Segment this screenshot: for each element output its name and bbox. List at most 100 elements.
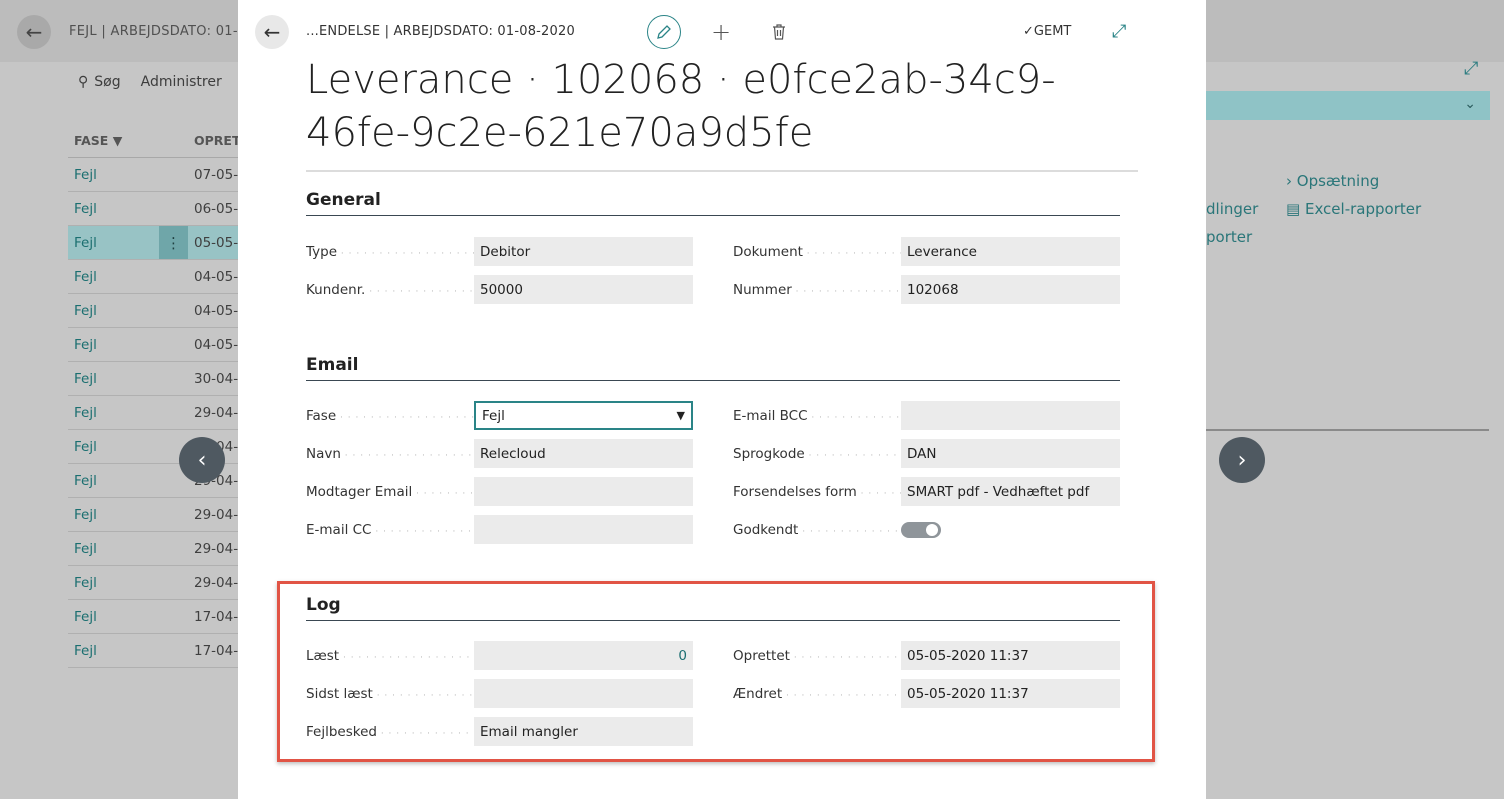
row-phase[interactable]: Fejl: [68, 269, 194, 285]
row-phase[interactable]: Fejl: [68, 167, 194, 183]
background-search-action[interactable]: ⚲ Søg: [78, 74, 121, 90]
row-phase[interactable]: Fejl: [68, 609, 194, 625]
table-row[interactable]: Fejl 04-05-: [68, 328, 243, 362]
next-record-button[interactable]: ›: [1219, 437, 1265, 483]
section-general: General Type Debitor Kundenr. 50000 Doku…: [306, 190, 1120, 310]
table-row[interactable]: Fejl 06-05-: [68, 192, 243, 226]
row-phase[interactable]: Fejl: [68, 201, 194, 217]
row-phase[interactable]: Fejl: [68, 439, 194, 455]
row-date: 17-04-: [194, 642, 239, 659]
field-approved: Godkendt: [733, 515, 941, 544]
name-field[interactable]: Relecloud: [474, 439, 693, 468]
row-phase[interactable]: Fejl: [68, 575, 194, 591]
background-list: FASE ▼ OPRET Fejl 07-05- Fejl 06-05- Fejl ⋮…: [68, 124, 243, 668]
filter-icon: ▼: [112, 133, 123, 148]
customer-number-field[interactable]: 50000: [474, 275, 693, 304]
table-row[interactable]: Fejl29-04-: [68, 532, 243, 566]
row-phase[interactable]: Fejl: [68, 371, 194, 387]
field-name: Navn Relecloud: [306, 439, 693, 468]
trash-icon: [773, 24, 785, 40]
email-cc-field[interactable]: [474, 515, 693, 544]
link-excel-reports[interactable]: ▤ Excel-rapporter: [1286, 200, 1421, 228]
table-row[interactable]: Fejl 17-04-: [68, 600, 243, 634]
chevron-down-icon: ▼: [676, 409, 685, 422]
table-row[interactable]: Fejl 04-05-: [68, 294, 243, 328]
table-row[interactable]: Fejl 07-05-: [68, 158, 243, 192]
table-row[interactable]: Fejl 17-04-: [68, 634, 243, 668]
previous-record-button[interactable]: ‹: [179, 437, 225, 483]
field-language: Sprogkode DAN: [733, 439, 1120, 468]
field-label: Navn: [306, 446, 474, 462]
row-phase[interactable]: Fejl: [68, 643, 194, 659]
link-partial-1[interactable]: dlinger: [1206, 200, 1258, 228]
search-icon: ⚲: [78, 74, 89, 90]
row-date: 29-04-: [194, 506, 239, 523]
row-menu-icon[interactable]: ⋮: [159, 226, 188, 259]
column-header-created[interactable]: OPRET: [194, 133, 240, 148]
row-date: 30-04-: [194, 370, 239, 387]
document-field[interactable]: Leverance: [901, 237, 1120, 266]
field-label: Nummer: [733, 282, 901, 298]
pencil-icon: [657, 25, 671, 39]
background-factbox-bar[interactable]: ⌄: [1206, 91, 1490, 120]
approved-toggle[interactable]: [901, 521, 941, 538]
row-phase[interactable]: Fejl: [68, 303, 194, 319]
background-action-bar: ⚲ Søg Administrer: [78, 74, 222, 90]
link-partial-2[interactable]: porter: [1206, 228, 1258, 256]
row-date: 17-04-: [194, 608, 239, 625]
field-recipient: Modtager Email: [306, 477, 693, 506]
row-phase[interactable]: Fejl: [68, 507, 194, 523]
language-code-field[interactable]: DAN: [901, 439, 1120, 468]
table-row[interactable]: Fejl29-04-: [68, 396, 243, 430]
field-bcc: E-mail BCC: [733, 401, 1120, 430]
email-bcc-field[interactable]: [901, 401, 1120, 430]
background-manage-action[interactable]: Administrer: [141, 74, 222, 90]
field-label: Godkendt: [733, 522, 901, 538]
row-phase[interactable]: Fejl: [68, 405, 194, 421]
edit-button[interactable]: [647, 15, 681, 49]
column-header-phase[interactable]: FASE ▼: [68, 133, 194, 148]
link-setup[interactable]: › Opsætning: [1286, 172, 1421, 200]
row-date: 06-05-: [194, 200, 239, 217]
field-label: Type: [306, 244, 474, 260]
table-row[interactable]: Fejl29-04-: [68, 566, 243, 600]
recipient-email-field[interactable]: [474, 477, 693, 506]
number-field[interactable]: 102068: [901, 275, 1120, 304]
title-divider: [306, 170, 1138, 172]
field-type: Type Debitor: [306, 237, 693, 266]
phase-select[interactable]: Fejl ▼: [474, 401, 693, 430]
row-date: 29-04-: [194, 540, 239, 557]
row-phase[interactable]: Fejl: [68, 337, 194, 353]
field-phase: Fase Fejl ▼: [306, 401, 693, 430]
field-label: Fase: [306, 408, 474, 424]
field-label: Forsendelses form: [733, 484, 901, 500]
shipping-form-field[interactable]: SMART pdf - Vedhæftet pdf: [901, 477, 1120, 506]
new-button[interactable]: +: [704, 15, 738, 49]
background-expand-icon[interactable]: ⤢: [1464, 58, 1478, 79]
section-heading-general[interactable]: General: [306, 190, 1120, 216]
row-phase[interactable]: Fejl: [68, 541, 194, 557]
table-row[interactable]: Fejl29-04-: [68, 498, 243, 532]
table-row[interactable]: Fejl 30-04-: [68, 362, 243, 396]
breadcrumb: ...ENDELSE | ARBEJDSDATO: 01-08-2020: [306, 24, 575, 39]
type-field[interactable]: Debitor: [474, 237, 693, 266]
list-header: FASE ▼ OPRET: [68, 124, 243, 158]
expand-icon[interactable]: ⤢: [1112, 21, 1126, 42]
delete-button[interactable]: [762, 15, 796, 49]
background-back-button[interactable]: ←: [17, 15, 51, 49]
field-customer: Kundenr. 50000: [306, 275, 693, 304]
chevron-down-icon: ⌄: [1464, 96, 1476, 112]
table-row-selected[interactable]: Fejl ⋮ 05-05-: [68, 226, 243, 260]
row-date: 04-05-: [194, 302, 239, 319]
field-form: Forsendelses form SMART pdf - Vedhæftet …: [733, 477, 1120, 506]
section-heading-email[interactable]: Email: [306, 355, 1120, 381]
field-label: Kundenr.: [306, 282, 474, 298]
field-label: Dokument: [733, 244, 901, 260]
table-row[interactable]: Fejl 04-05-: [68, 260, 243, 294]
back-button[interactable]: ←: [255, 15, 289, 49]
field-document: Dokument Leverance: [733, 237, 1120, 266]
phase-selected-value: Fejl: [482, 407, 505, 424]
plus-icon: +: [710, 18, 732, 46]
row-phase[interactable]: Fejl: [68, 473, 194, 489]
page-title: Leverance · 102068 · e0fce2ab-34c9-46fe-…: [306, 57, 1056, 156]
